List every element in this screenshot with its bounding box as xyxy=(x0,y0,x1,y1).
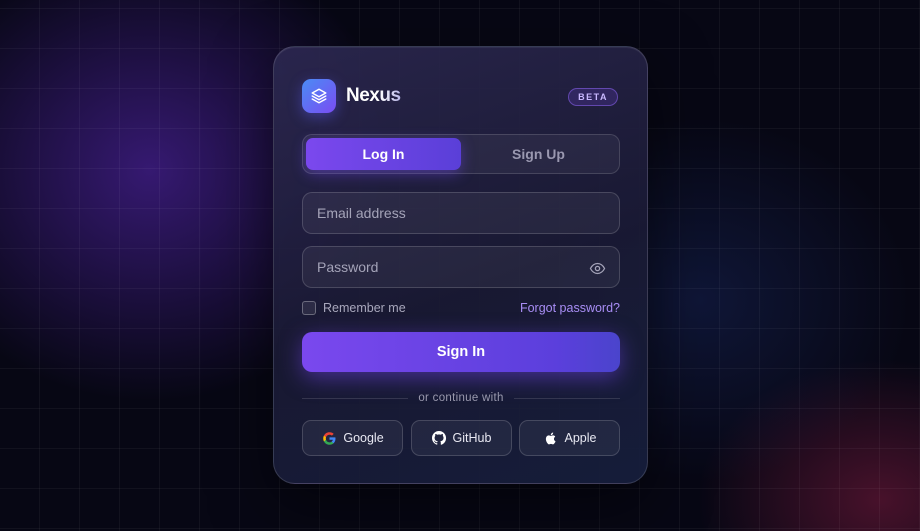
github-label: GitHub xyxy=(452,431,492,445)
divider: or continue with xyxy=(302,390,621,406)
tab-sign-up[interactable]: Sign Up xyxy=(461,138,616,170)
divider-line-right xyxy=(513,397,621,399)
remember-me[interactable]: Remember me xyxy=(302,301,406,315)
tab-log-in[interactable]: Log In xyxy=(306,138,461,170)
divider-text: or continue with xyxy=(418,392,504,404)
forgot-password-link[interactable]: Forgot password? xyxy=(520,301,620,315)
google-button[interactable]: Google xyxy=(302,420,403,456)
apple-button[interactable]: Apple xyxy=(519,420,620,456)
email-field-wrapper xyxy=(302,192,620,234)
brand: Nexus xyxy=(302,79,401,113)
password-input[interactable] xyxy=(303,247,619,287)
sign-in-button[interactable]: Sign In xyxy=(302,332,620,372)
beta-badge: BETA xyxy=(568,88,618,106)
github-icon xyxy=(431,430,447,446)
github-button[interactable]: GitHub xyxy=(410,420,512,456)
remember-label: Remember me xyxy=(323,301,406,315)
google-icon xyxy=(321,430,337,446)
auth-tabs: Log In Sign Up xyxy=(302,134,620,174)
apple-icon xyxy=(543,430,559,446)
eye-icon[interactable] xyxy=(588,259,606,277)
social-login-buttons: Google GitHub Apple xyxy=(302,420,620,456)
brand-name: Nexus xyxy=(346,85,401,106)
layers-icon xyxy=(302,79,336,113)
password-field-wrapper xyxy=(302,246,620,288)
divider-line-left xyxy=(302,397,409,399)
form-options-row: Remember me Forgot password? xyxy=(302,300,620,316)
email-input[interactable] xyxy=(303,193,619,233)
remember-checkbox[interactable] xyxy=(302,301,316,315)
apple-label: Apple xyxy=(564,431,597,445)
login-card: Nexus BETA Log In Sign Up Remember me Fo… xyxy=(273,46,648,484)
google-label: Google xyxy=(343,431,384,445)
